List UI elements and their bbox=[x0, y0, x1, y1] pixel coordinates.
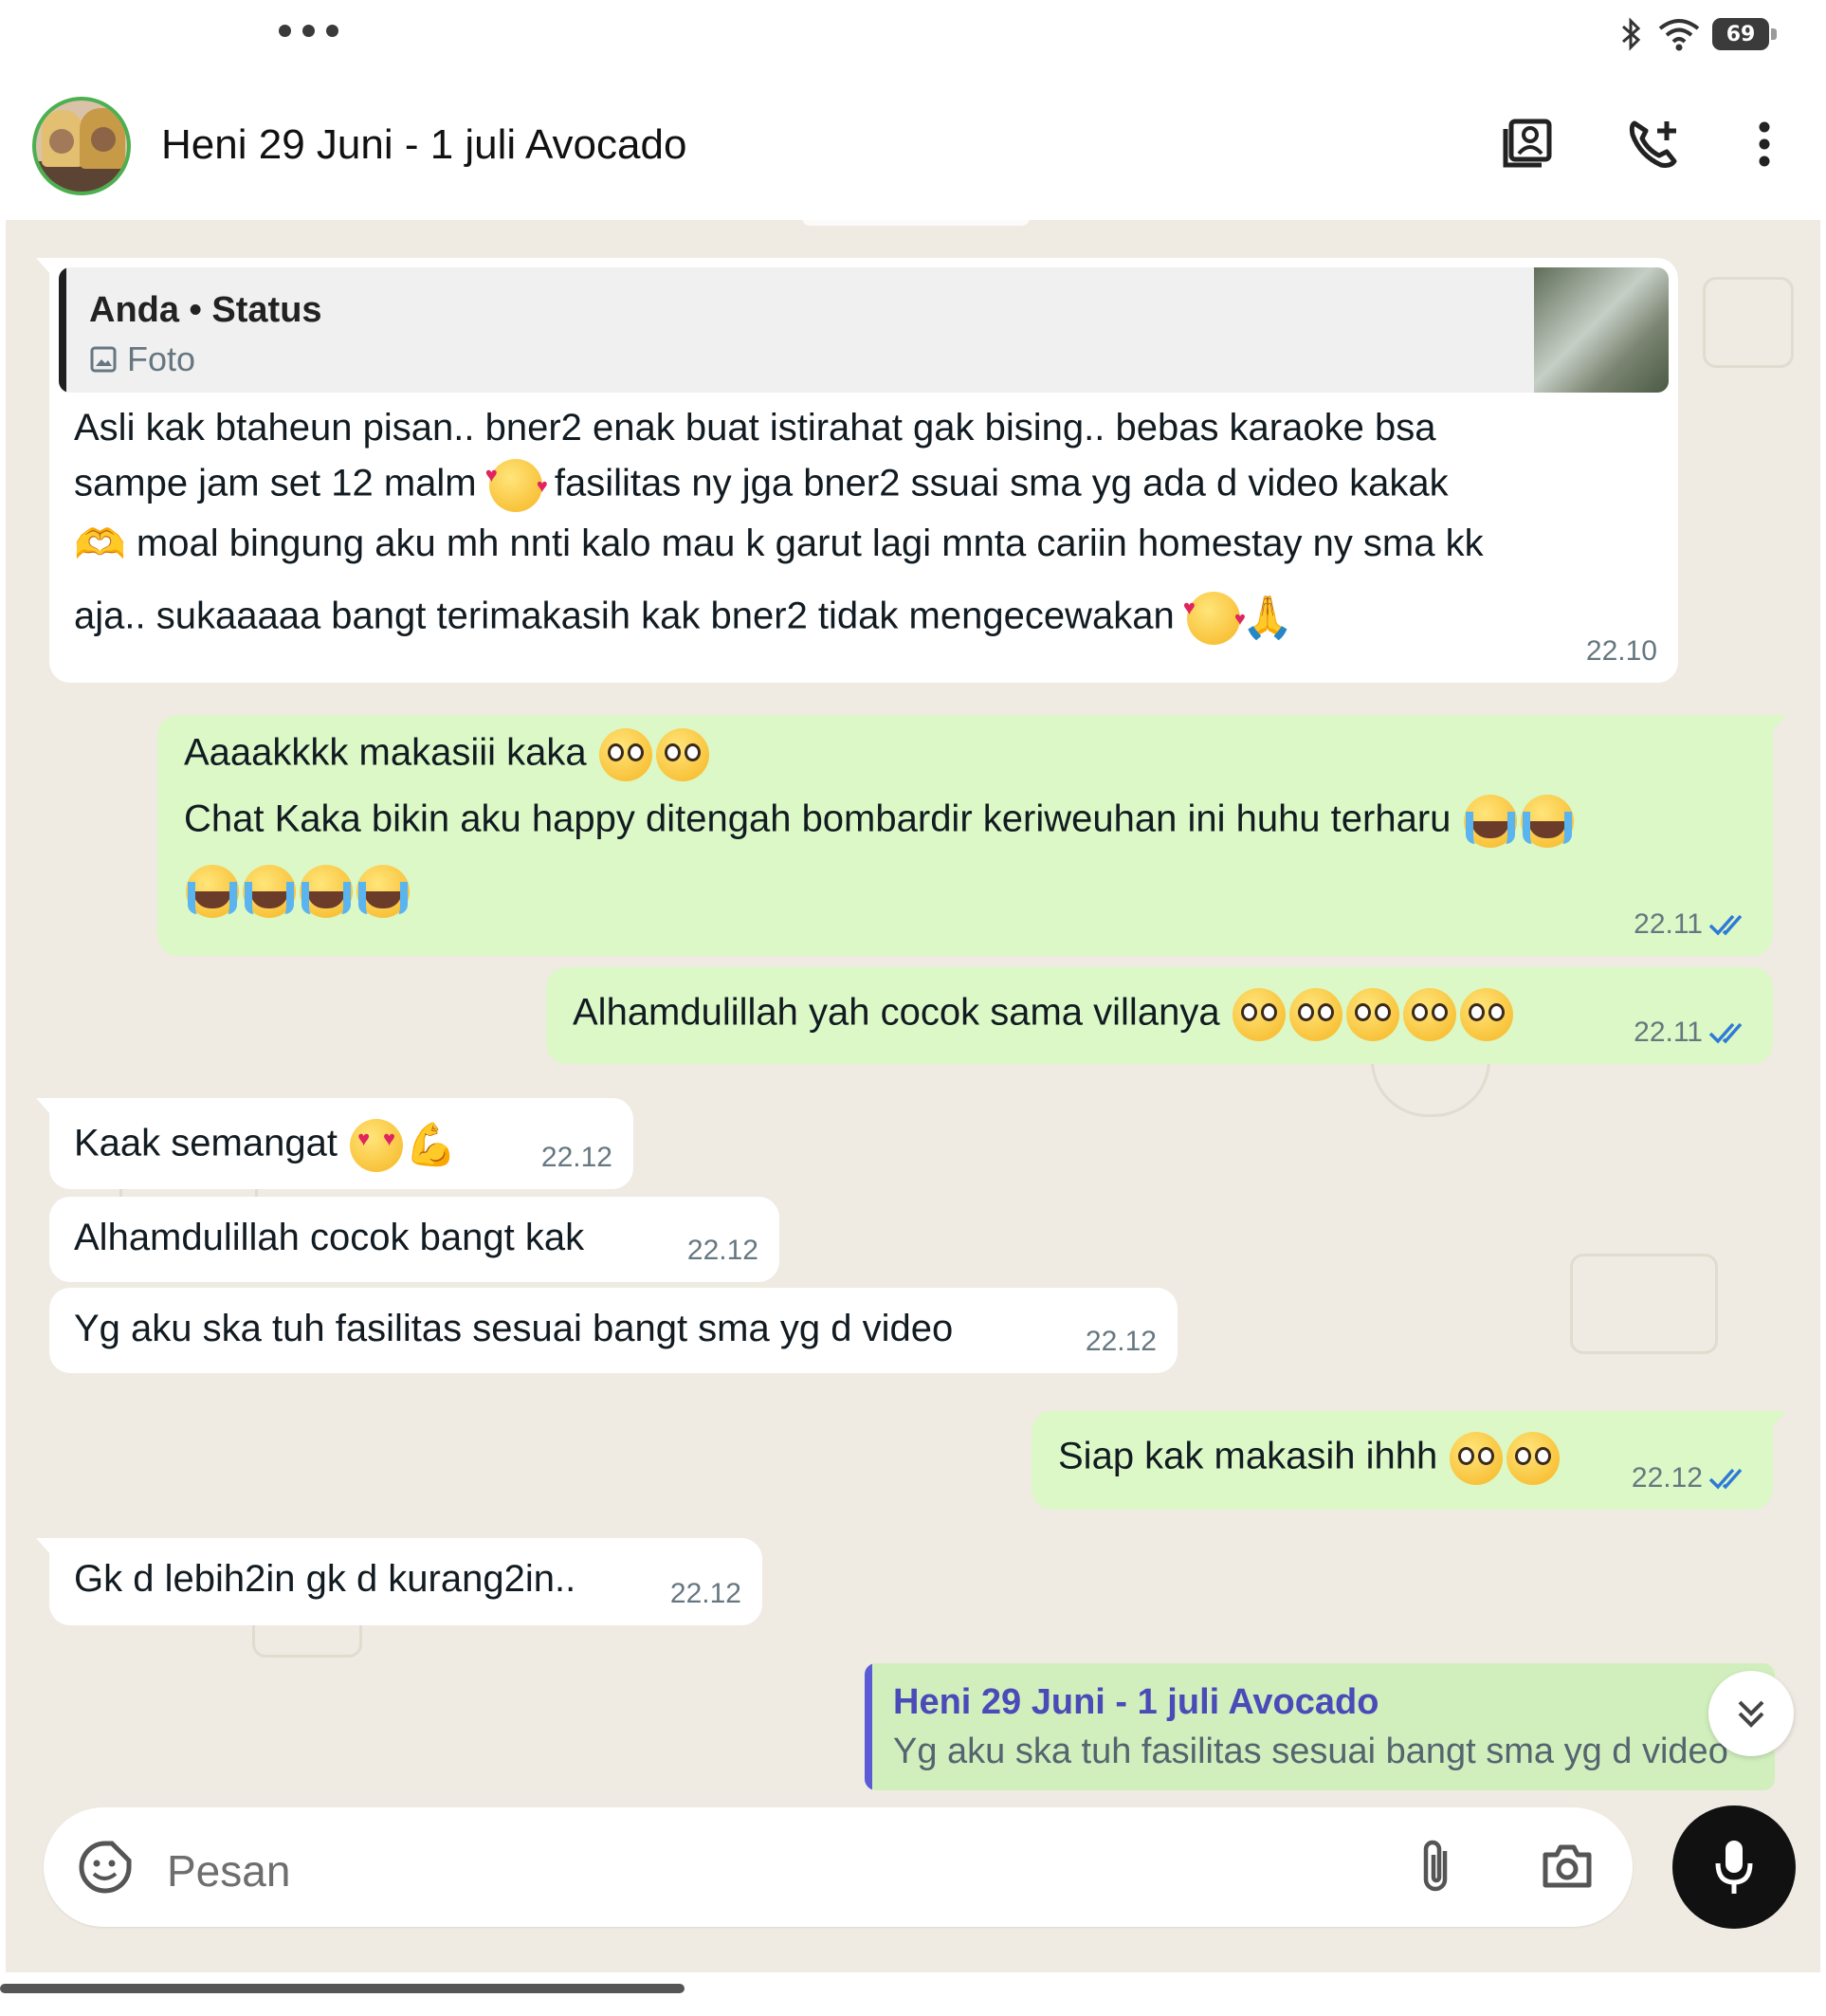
message-time: 22.12 bbox=[686, 1235, 758, 1266]
read-ticks-icon bbox=[1708, 1468, 1743, 1490]
message-incoming[interactable]: Gk d lebih2in gk d kurang2in.. 22.12 bbox=[36, 1538, 762, 1625]
message-text: Asli kak btaheun pisan.. bner2 enak buat… bbox=[74, 406, 1667, 654]
message-incoming[interactable]: Anda • Status Foto Asli kak btaheun pisa… bbox=[36, 258, 1678, 683]
scroll-to-bottom-button[interactable] bbox=[1708, 1671, 1794, 1756]
read-ticks-icon bbox=[1708, 914, 1743, 936]
message-time: 22.12 bbox=[1631, 1462, 1703, 1494]
avatar[interactable] bbox=[32, 97, 131, 195]
message-composer[interactable]: Pesan bbox=[44, 1807, 1633, 1927]
message-text: Siap kak makasih ihhh bbox=[1058, 1432, 1561, 1485]
message-time: 22.11 bbox=[1634, 1017, 1703, 1048]
message-text: Alhamdulillah cocok bangt kak bbox=[74, 1217, 585, 1258]
reply-text: Yg aku ska tuh fasilitas sesuai bangt sm… bbox=[893, 1732, 1728, 1771]
quoted-status[interactable]: Anda • Status Foto bbox=[59, 267, 1669, 393]
quote-type: Foto bbox=[127, 339, 196, 378]
message-time: 22.10 bbox=[1585, 635, 1657, 667]
add-call-icon[interactable] bbox=[1625, 116, 1682, 173]
message-text: Alhamdulillah yah cocok sama villanya bbox=[573, 988, 1515, 1041]
message-time: 22.12 bbox=[540, 1142, 612, 1173]
pleading-face-emoji bbox=[1459, 988, 1513, 1041]
message-input-placeholder[interactable]: Pesan bbox=[167, 1845, 290, 1897]
home-indicator[interactable] bbox=[0, 1984, 685, 1993]
status-thumbnail bbox=[1534, 267, 1669, 393]
system-status-bar: 69 bbox=[0, 0, 1826, 76]
flexed-biceps-emoji: 💪 bbox=[405, 1122, 457, 1168]
pleading-face-emoji bbox=[598, 728, 652, 781]
attach-icon[interactable] bbox=[1416, 1838, 1458, 1897]
read-ticks-icon bbox=[1708, 1022, 1743, 1044]
bluetooth-icon bbox=[1622, 17, 1641, 51]
pleading-face-emoji bbox=[1402, 988, 1456, 1041]
double-chevron-down-icon bbox=[1738, 1700, 1764, 1728]
battery-indicator: 69 bbox=[1712, 18, 1777, 50]
multitasking-dots-icon[interactable] bbox=[279, 25, 338, 37]
loudly-crying-face-emoji bbox=[1520, 795, 1574, 848]
folded-hands-emoji: 🙏 bbox=[1241, 595, 1294, 641]
message-incoming[interactable]: Kaak semangat 💪 22.12 bbox=[36, 1098, 633, 1189]
quote-author: Anda • Status bbox=[89, 290, 322, 330]
chat-area[interactable]: Anda • Status Foto Asli kak btaheun pisa… bbox=[6, 220, 1820, 1972]
contact-card-icon[interactable] bbox=[1500, 116, 1557, 173]
loudly-crying-face-emoji bbox=[300, 865, 353, 918]
voice-record-button[interactable] bbox=[1672, 1805, 1796, 1929]
message-time: 22.11 bbox=[1634, 908, 1703, 940]
message-time: 22.12 bbox=[669, 1578, 741, 1609]
wifi-icon bbox=[1658, 19, 1700, 51]
message-text: Aaaakkkk makasiii kaka Chat Kaka bikin a… bbox=[184, 728, 1576, 931]
reply-preview[interactable]: Heni 29 Juni - 1 juli Avocado Yg aku ska… bbox=[865, 1663, 1775, 1790]
message-incoming[interactable]: Yg aku ska tuh fasilitas sesuai bangt sm… bbox=[49, 1288, 1178, 1373]
loudly-crying-face-emoji bbox=[1463, 795, 1517, 848]
message-incoming[interactable]: Alhamdulillah cocok bangt kak 22.12 bbox=[49, 1197, 779, 1282]
message-outgoing[interactable]: Alhamdulillah yah cocok sama villanya 22… bbox=[546, 967, 1773, 1064]
pleading-face-emoji bbox=[1288, 988, 1342, 1041]
smiling-face-with-hearts-emoji bbox=[485, 453, 548, 512]
pleading-face-emoji bbox=[1450, 1432, 1504, 1485]
message-time: 22.12 bbox=[1085, 1326, 1157, 1357]
pleading-face-emoji bbox=[655, 728, 709, 781]
pleading-face-emoji bbox=[1232, 988, 1286, 1041]
heart-hands-emoji: 🫶 bbox=[74, 522, 126, 569]
loudly-crying-face-emoji bbox=[186, 865, 239, 918]
more-vert-icon[interactable] bbox=[1748, 116, 1780, 173]
message-text: Kaak semangat 💪 bbox=[74, 1119, 457, 1172]
mic-icon bbox=[1715, 1841, 1753, 1894]
message-outgoing[interactable]: Aaaakkkk makasiii kaka Chat Kaka bikin a… bbox=[157, 715, 1786, 956]
reply-author: Heni 29 Juni - 1 juli Avocado bbox=[893, 1682, 1379, 1722]
message-text: Gk d lebih2in gk d kurang2in.. bbox=[74, 1558, 576, 1600]
pleading-face-emoji bbox=[1345, 988, 1399, 1041]
chat-header: Heni 29 Juni - 1 juli Avocado bbox=[0, 76, 1826, 220]
heart-eyes-emoji bbox=[350, 1119, 404, 1172]
sticker-icon[interactable] bbox=[78, 1840, 133, 1895]
message-outgoing[interactable]: Siap kak makasih ihhh 22.12 bbox=[1032, 1411, 1786, 1510]
photo-icon bbox=[90, 346, 117, 373]
smiling-face-with-hearts-emoji bbox=[1183, 586, 1246, 645]
camera-icon[interactable] bbox=[1540, 1842, 1595, 1891]
loudly-crying-face-emoji bbox=[243, 865, 296, 918]
chat-title[interactable]: Heni 29 Juni - 1 juli Avocado bbox=[161, 121, 686, 169]
message-text: Yg aku ska tuh fasilitas sesuai bangt sm… bbox=[74, 1308, 954, 1349]
pleading-face-emoji bbox=[1506, 1432, 1561, 1485]
loudly-crying-face-emoji bbox=[356, 865, 410, 918]
